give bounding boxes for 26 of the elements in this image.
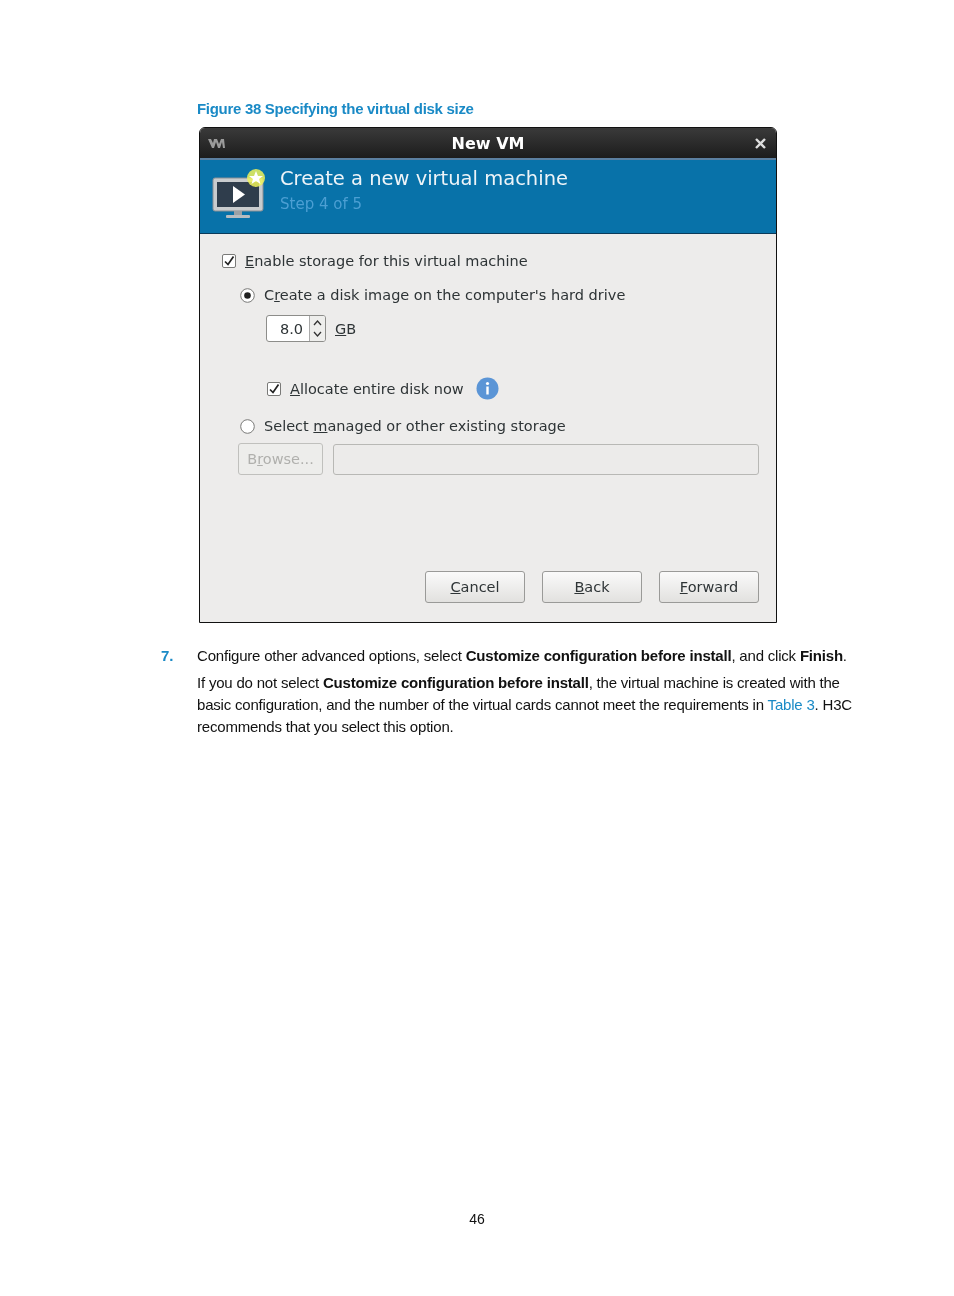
window-title: New VM [451,133,525,153]
radio-label[interactable]: Select managed or other existing storage [264,418,566,434]
radio-button[interactable] [240,287,255,303]
table-link[interactable]: Table 3 [767,696,815,713]
checkbox[interactable] [222,254,236,268]
unit-label: GB [335,320,357,337]
figure-caption: Figure 38 Specifying the virtual disk size [197,100,475,117]
app-logo-icon [208,138,225,148]
page-number: 46 [469,1211,485,1227]
radio-label[interactable]: Create a disk image on the computer's hard drive [264,287,626,303]
close-icon[interactable] [755,137,766,149]
step-number: 7. [161,647,175,664]
size-spinner[interactable]: 8.0 [266,315,326,342]
dialog-button[interactable]: Cancel [425,571,525,603]
checkbox-label[interactable]: Enable storage for this virtual machine [245,253,528,269]
note-paragraph: If you do not select Customize configuration before install, the virtual machine is created with the basic configuration, and the number of the virtual cards cannot meet the requirements in Table 3. H3C recommends that you select this option. [197,673,852,737]
checkbox-label[interactable]: Allocate entire disk now [290,380,464,397]
step-indicator: Step 4 of 5 [280,195,363,213]
dialog-button[interactable]: Back [542,571,642,603]
info-icon[interactable] [475,377,499,400]
dialog-button[interactable]: Forward [659,571,759,603]
step-text: Configure other advanced options, select Customize configuration before install, and click Finish. [197,647,847,664]
radio-button[interactable] [240,418,255,434]
wizard-title: Create a new virtual machine [280,167,568,190]
checkbox[interactable] [267,381,281,396]
monitor-icon [212,168,266,220]
